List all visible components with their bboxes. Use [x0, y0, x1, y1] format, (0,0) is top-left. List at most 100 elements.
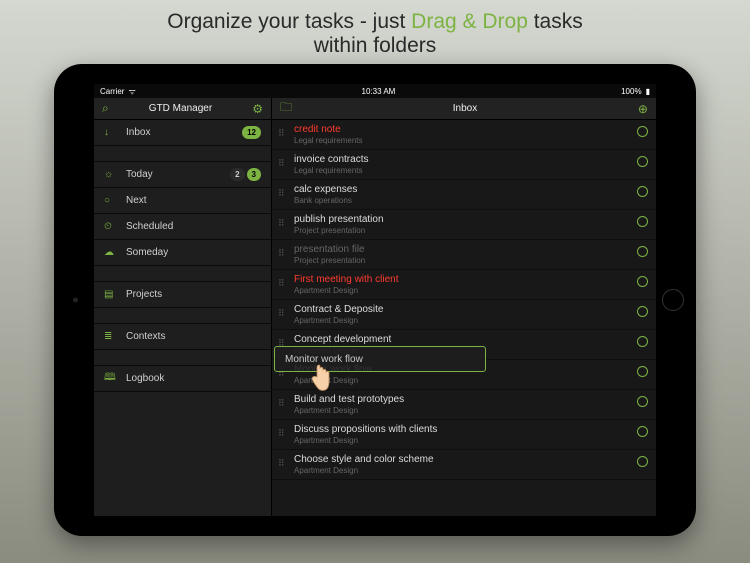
sidebar-item-today[interactable]: ☼Today23 — [94, 162, 271, 188]
task-row[interactable]: ⠿calc expensesBank operations — [272, 180, 656, 210]
wifi-icon: ᯤ — [128, 86, 135, 97]
sidebar-item-someday[interactable]: ☁ Someday — [94, 240, 271, 266]
drag-handle-icon[interactable]: ⠿ — [278, 393, 288, 413]
main-header: 🗀 Inbox ⊕ — [272, 98, 656, 120]
task-complete-toggle[interactable] — [637, 246, 648, 257]
contexts-icon: ≣ — [104, 331, 118, 342]
home-button[interactable] — [662, 289, 684, 311]
sidebar-item-label: Next — [126, 195, 261, 206]
ipad-frame: Carrier ᯤ 10:33 AM 100% ▮ ⌕ GTD Manager … — [54, 64, 696, 536]
task-row[interactable]: ⠿ invoice contractsLegal requirements — [272, 150, 656, 180]
app-title: GTD Manager — [149, 103, 212, 114]
drag-ghost[interactable]: Monitor work flow — [274, 346, 486, 372]
task-row[interactable]: ⠿Build and test prototypesApartment Desi… — [272, 390, 656, 420]
drag-ghost-label: Monitor work flow — [285, 354, 363, 365]
sidebar-item-projects[interactable]: ▤Projects — [94, 282, 271, 308]
task-list: ⠿credit noteLegal requirements⠿invoice c… — [272, 120, 656, 516]
drag-handle-icon[interactable]: ⠿ — [278, 183, 288, 203]
sidebar-item-scheduled[interactable]: ⏲ Scheduled — [94, 214, 271, 240]
task-complete-toggle[interactable] — [637, 456, 648, 467]
main-panel: 🗀 Inbox ⊕ ⠿credit noteLegal requirements… — [272, 98, 656, 516]
sidebar: ⌕ GTD Manager ⚙ ↓Inbox12☼Today23○Next⏲Sc… — [94, 98, 272, 516]
today-icon: ☼ — [104, 169, 118, 180]
sidebar-spacer — [94, 146, 271, 162]
task-complete-toggle[interactable] — [637, 216, 648, 227]
sidebar-item-logbook[interactable]: 🕮Logbook — [94, 366, 271, 392]
task-complete-toggle[interactable] — [637, 396, 648, 407]
task-row[interactable]: ⠿ presentation fileProject presentation — [272, 240, 656, 270]
drag-handle-icon[interactable]: ⠿ — [278, 453, 288, 473]
task-project: Bank operations — [294, 196, 637, 206]
drag-handle-icon[interactable]: ⠿ — [278, 423, 288, 443]
count-badge: 12 — [242, 126, 261, 139]
task-project: Legal requirements — [294, 166, 637, 176]
add-task-icon[interactable]: ⊕ — [638, 102, 648, 116]
task-row[interactable]: ⠿Contract & DepositeApartment Design — [272, 300, 656, 330]
task-title: Choose style and color scheme — [294, 453, 637, 466]
task-project: Apartment Design — [294, 436, 637, 446]
task-complete-toggle[interactable] — [637, 186, 648, 197]
settings-icon[interactable]: ⚙ — [252, 102, 263, 116]
task-row[interactable]: ⠿ Discuss propositions with clientsApartm… — [272, 420, 656, 450]
task-complete-toggle[interactable] — [637, 426, 648, 437]
task-complete-toggle[interactable] — [637, 336, 648, 347]
task-complete-toggle[interactable] — [637, 276, 648, 287]
sidebar-item-inbox[interactable]: ↓ Inbox12 — [94, 120, 271, 146]
task-complete-toggle[interactable] — [637, 126, 648, 137]
next-icon: ○ — [104, 195, 118, 206]
task-complete-toggle[interactable] — [637, 156, 648, 167]
task-project: Legal requirements — [294, 136, 637, 146]
sidebar-spacer — [94, 308, 271, 324]
task-project: Project presentation — [294, 256, 637, 266]
task-project: Apartment Design — [294, 286, 637, 296]
status-bar: Carrier ᯤ 10:33 AM 100% ▮ — [94, 84, 656, 98]
camera-dot — [73, 298, 78, 303]
battery-icon: ▮ — [646, 87, 650, 96]
task-title: Discuss propositions with clients — [294, 423, 637, 436]
task-complete-toggle[interactable] — [637, 306, 648, 317]
carrier-label: Carrier — [100, 87, 124, 96]
drag-handle-icon[interactable]: ⠿ — [278, 273, 288, 293]
drag-handle-icon[interactable]: ⠿ — [278, 153, 288, 173]
drag-handle-icon[interactable]: ⠿ — [278, 123, 288, 143]
sidebar-item-label: Inbox — [126, 127, 240, 138]
sidebar-item-next[interactable]: ○ Next — [94, 188, 271, 214]
task-title: credit note — [294, 123, 637, 136]
task-title: Contract & Deposite — [294, 303, 637, 316]
task-project: Apartment Design — [294, 406, 637, 416]
sidebar-item-label: Scheduled — [126, 221, 261, 232]
folder-icon[interactable]: 🗀 — [280, 98, 292, 119]
task-title: First meeting with client — [294, 273, 637, 286]
task-project: Apartment Design — [294, 466, 637, 476]
drag-handle-icon[interactable]: ⠿ — [278, 213, 288, 233]
drag-handle-icon[interactable]: ⠿ — [278, 303, 288, 323]
task-row[interactable]: ⠿ First meeting with clientApartment Desi… — [272, 270, 656, 300]
task-complete-toggle[interactable] — [637, 366, 648, 377]
scheduled-icon: ⏲ — [104, 221, 118, 232]
task-row[interactable]: ⠿ credit noteLegal requirements — [272, 120, 656, 150]
drag-handle-icon[interactable]: ⠿ — [278, 243, 288, 263]
battery-label: 100% — [621, 87, 641, 96]
marketing-headline: Organize your tasks - just Drag & Drop t… — [0, 0, 750, 64]
sidebar-item-label: Contexts — [126, 331, 261, 342]
task-row[interactable]: ⠿ publish presentationProject presentatio… — [272, 210, 656, 240]
task-project: Project presentation — [294, 226, 637, 236]
task-row[interactable]: ⠿ Choose style and color schemeApartment … — [272, 450, 656, 480]
task-project: Apartment Design — [294, 376, 637, 386]
task-title: Concept development — [294, 333, 637, 346]
count-badge: 2 — [230, 168, 244, 181]
sidebar-item-label: Projects — [126, 289, 261, 300]
task-title: invoice contracts — [294, 153, 637, 166]
sidebar-item-label: Today — [126, 169, 228, 180]
someday-icon: ☁ — [104, 247, 118, 258]
app-screen: Carrier ᯤ 10:33 AM 100% ▮ ⌕ GTD Manager … — [94, 84, 656, 516]
logbook-icon: 🕮 — [104, 370, 118, 387]
sidebar-item-label: Someday — [126, 247, 261, 258]
task-title: publish presentation — [294, 213, 637, 226]
sidebar-item-contexts[interactable]: ≣ Contexts — [94, 324, 271, 350]
search-icon[interactable]: ⌕ — [102, 101, 109, 116]
main-title: Inbox — [453, 103, 477, 114]
inbox-icon: ↓ — [104, 127, 118, 138]
sidebar-spacer — [94, 266, 271, 282]
task-title: presentation file — [294, 243, 637, 256]
